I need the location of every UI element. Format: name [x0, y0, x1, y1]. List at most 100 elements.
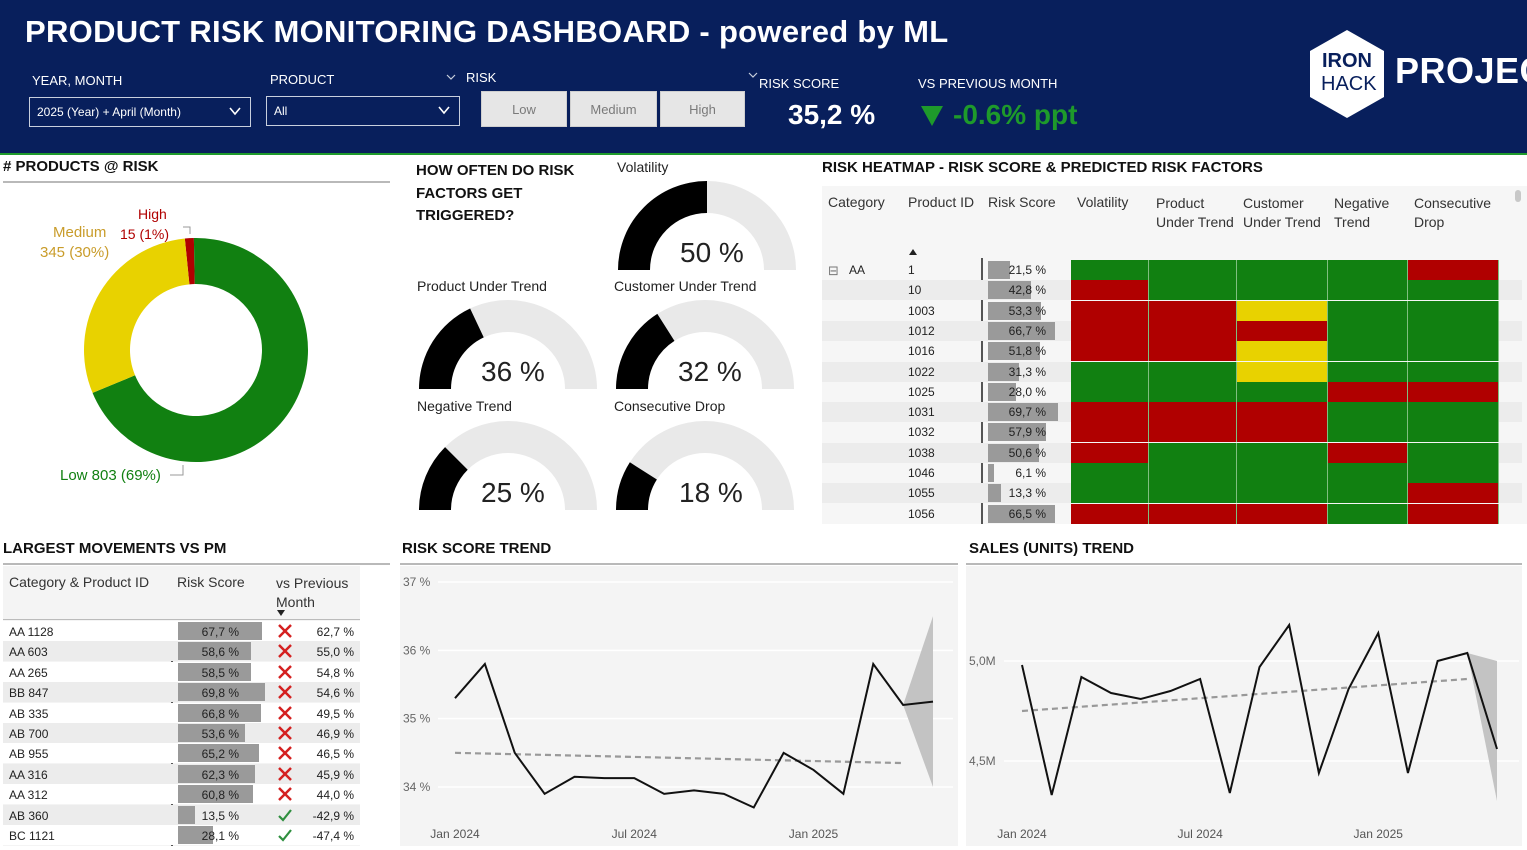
table-row[interactable]: 1055 13,3 %: [822, 483, 1522, 504]
heatmap-cell[interactable]: [1149, 402, 1237, 423]
heatmap-cell[interactable]: [1328, 300, 1408, 321]
heatmap-cell[interactable]: [1237, 422, 1328, 443]
heatmap-cell[interactable]: [1149, 320, 1237, 341]
heatmap-cell[interactable]: [1237, 463, 1328, 483]
heatmap-cell[interactable]: [1328, 402, 1408, 423]
heatmap-cell[interactable]: [1408, 320, 1499, 341]
table-row[interactable]: 1031 69,7 %: [822, 402, 1522, 423]
risk-high-button[interactable]: High: [660, 91, 745, 127]
sort-ascending-icon[interactable]: [909, 249, 917, 255]
table-row[interactable]: 1046 6,1 %: [822, 463, 1522, 483]
heatmap-cell[interactable]: [1071, 402, 1149, 423]
table-row[interactable]: 1016 51,8 %: [822, 341, 1522, 362]
heatmap-cell[interactable]: [1149, 300, 1237, 321]
table-row[interactable]: 1022 31,3 %: [822, 361, 1522, 382]
chevron-down-icon[interactable]: [446, 72, 456, 82]
heatmap-cell[interactable]: [1328, 483, 1408, 504]
heatmap-cell[interactable]: [1237, 483, 1328, 504]
heatmap-header-product-id[interactable]: Product ID: [908, 194, 974, 210]
heatmap-cell[interactable]: [1071, 483, 1149, 504]
product-dropdown[interactable]: All: [266, 96, 460, 126]
heatmap-cell[interactable]: [1071, 442, 1149, 463]
table-row[interactable]: AA 312 60,8 % 44,0 %: [3, 784, 360, 805]
heatmap-cell[interactable]: [1071, 503, 1149, 524]
heatmap-cell[interactable]: [1149, 422, 1237, 443]
heatmap-cell[interactable]: [1328, 260, 1408, 280]
year-month-dropdown[interactable]: 2025 (Year) + April (Month): [29, 97, 251, 127]
heatmap-cell[interactable]: [1149, 442, 1237, 463]
table-row[interactable]: 1 21,5 %: [822, 260, 1522, 280]
table-row[interactable]: 1012 66,7 %: [822, 320, 1522, 341]
heatmap-cell[interactable]: [1149, 503, 1237, 524]
table-row[interactable]: AA 265 58,5 % 54,8 %: [3, 661, 360, 682]
heatmap-cell[interactable]: [1408, 280, 1499, 301]
heatmap-cell[interactable]: [1149, 483, 1237, 504]
risk-medium-button[interactable]: Medium: [570, 91, 657, 127]
heatmap-cell[interactable]: [1149, 361, 1237, 382]
movements-header-product[interactable]: Category & Product ID: [9, 574, 149, 590]
heatmap-table[interactable]: Category Product ID Risk Score Volatilit…: [822, 186, 1527, 524]
heatmap-cell[interactable]: [1237, 442, 1328, 463]
heatmap-cell[interactable]: [1149, 341, 1237, 362]
heatmap-cell[interactable]: [1149, 280, 1237, 301]
movements-header-vs-previous-month[interactable]: vs Previous Month: [276, 574, 356, 612]
table-row[interactable]: AB 955 65,2 % 46,5 %: [3, 743, 360, 764]
heatmap-cell[interactable]: [1071, 361, 1149, 382]
heatmap-cell[interactable]: [1408, 300, 1499, 321]
table-row[interactable]: 10 42,8 %: [822, 280, 1522, 301]
table-row[interactable]: AB 335 66,8 % 49,5 %: [3, 702, 360, 723]
heatmap-cell[interactable]: [1408, 483, 1499, 504]
heatmap-cell[interactable]: [1328, 442, 1408, 463]
heatmap-cell[interactable]: [1071, 463, 1149, 483]
heatmap-cell[interactable]: [1071, 260, 1149, 280]
sort-descending-icon[interactable]: [277, 610, 285, 616]
table-row[interactable]: 1032 57,9 %: [822, 422, 1522, 443]
heatmap-cell[interactable]: [1071, 422, 1149, 443]
heatmap-cell[interactable]: [1237, 381, 1328, 402]
heatmap-cell[interactable]: [1071, 320, 1149, 341]
heatmap-cell[interactable]: [1237, 320, 1328, 341]
heatmap-cell[interactable]: [1328, 280, 1408, 301]
table-row[interactable]: AA 316 62,3 % 45,9 %: [3, 763, 360, 784]
heatmap-cell[interactable]: [1237, 280, 1328, 301]
table-row[interactable]: AB 700 53,6 % 46,9 %: [3, 723, 360, 743]
table-row[interactable]: AA 603 58,6 % 55,0 %: [3, 641, 360, 662]
heatmap-cell[interactable]: [1328, 341, 1408, 362]
risk-low-button[interactable]: Low: [481, 91, 567, 127]
heatmap-cell[interactable]: [1328, 422, 1408, 443]
table-row[interactable]: 1025 28,0 %: [822, 381, 1522, 402]
table-row[interactable]: 1003 53,3 %: [822, 300, 1522, 321]
heatmap-cell[interactable]: [1328, 361, 1408, 382]
table-row[interactable]: AA 1128 67,7 % 62,7 %: [3, 621, 360, 641]
heatmap-cell[interactable]: [1328, 503, 1408, 524]
heatmap-cell[interactable]: [1237, 300, 1328, 321]
heatmap-cell[interactable]: [1408, 463, 1499, 483]
heatmap-cell[interactable]: [1328, 463, 1408, 483]
scrollbar[interactable]: [1515, 190, 1521, 202]
heatmap-header-volatility[interactable]: Volatility: [1077, 194, 1128, 210]
heatmap-cell[interactable]: [1328, 320, 1408, 341]
heatmap-cell[interactable]: [1071, 280, 1149, 301]
heatmap-cell[interactable]: [1071, 341, 1149, 362]
table-row[interactable]: BB 847 69,8 % 54,6 %: [3, 682, 360, 703]
donut-slice-medium[interactable]: [83, 238, 190, 393]
heatmap-cell[interactable]: [1408, 503, 1499, 524]
heatmap-cell[interactable]: [1408, 361, 1499, 382]
heatmap-cell[interactable]: [1408, 260, 1499, 280]
heatmap-header-product-under-trend[interactable]: Product Under Trend: [1156, 194, 1234, 232]
heatmap-cell[interactable]: [1149, 260, 1237, 280]
table-row[interactable]: BC 1121 28,1 % -47,4 %: [3, 825, 360, 845]
heatmap-cell[interactable]: [1237, 341, 1328, 362]
heatmap-cell[interactable]: [1408, 442, 1499, 463]
heatmap-header-customer-under-trend[interactable]: Customer Under Trend: [1243, 194, 1331, 232]
heatmap-cell[interactable]: [1071, 300, 1149, 321]
heatmap-cell[interactable]: [1408, 402, 1499, 423]
heatmap-header-negative-trend[interactable]: Negative Trend: [1334, 194, 1412, 232]
movements-header-risk-score[interactable]: Risk Score: [177, 574, 245, 590]
heatmap-cell[interactable]: [1149, 463, 1237, 483]
heatmap-cell[interactable]: [1237, 260, 1328, 280]
heatmap-cell[interactable]: [1408, 422, 1499, 443]
heatmap-cell[interactable]: [1408, 381, 1499, 402]
chevron-down-icon[interactable]: [748, 70, 758, 80]
heatmap-header-consecutive-drop[interactable]: Consecutive Drop: [1414, 194, 1514, 232]
